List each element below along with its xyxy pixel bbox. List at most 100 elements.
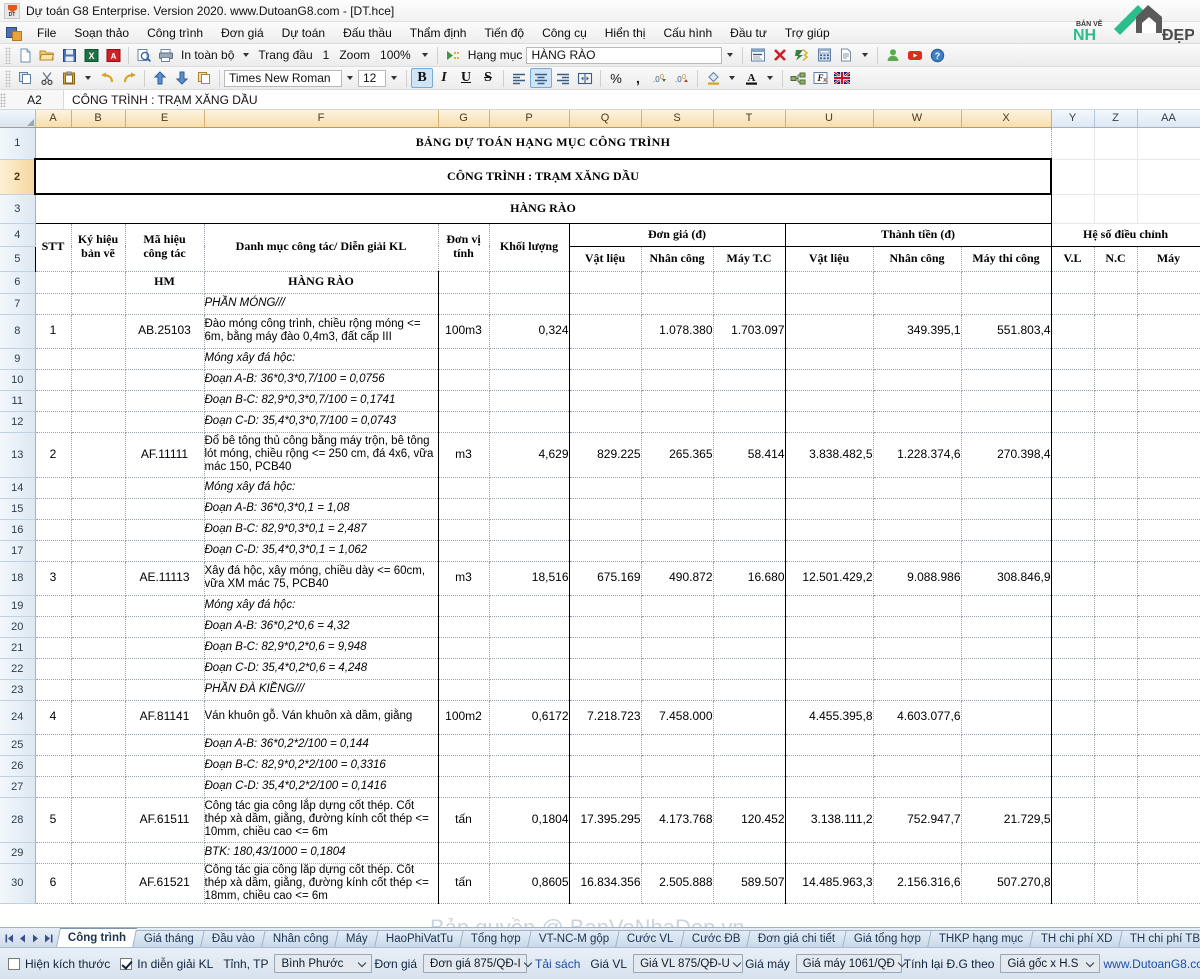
col-header-F[interactable]: F [204,110,439,128]
cell-danhmuc-18[interactable]: Xây đá hộc, xây móng, chiều dày <= 60cm,… [204,561,439,596]
cell-stt-17[interactable] [34,540,72,562]
cell-hs-may-30[interactable] [1137,863,1200,905]
cell-donvi-15[interactable] [438,498,490,520]
cell-khoiluong-13[interactable]: 4,629 [489,432,570,478]
calculator-icon[interactable] [813,45,835,65]
cell-danhmuc-23[interactable]: PHẦN ĐÀ KIỀNG/// [204,679,439,701]
cell-dg-vatlieu-29[interactable] [568,842,642,864]
cell-stt-9[interactable] [34,348,72,370]
merge-cells-icon[interactable] [574,68,596,88]
row-header-26[interactable]: 26 [0,755,36,777]
cell-dg-vatlieu-20[interactable] [568,616,642,638]
project-title-cell[interactable]: CÔNG TRÌNH : TRẠM XĂNG DẦU [34,158,1052,195]
cell-kyhieu-10[interactable] [71,369,126,391]
insert-row-icon[interactable] [747,45,769,65]
cell-Y1[interactable] [1051,127,1095,160]
cell-tt-vatlieu-25[interactable] [784,734,874,756]
cell-khoiluong-29[interactable] [489,842,570,864]
menu-tien-do[interactable]: Tiến độ [475,23,533,43]
zoom-chevron-down-icon[interactable] [421,53,428,57]
cell-stt-8[interactable]: 1 [34,314,72,349]
cell-hs-vl-25[interactable] [1050,734,1095,756]
cell-dg-vatlieu-14[interactable] [568,477,642,499]
cell-dg-nhancong-22[interactable] [641,658,714,680]
cell-stt-16[interactable] [34,519,72,541]
save-icon[interactable] [58,45,80,65]
checkbox-in-dien-giai[interactable]: In diễn giải KL [118,957,221,971]
cell-hs-nc-16[interactable] [1094,519,1138,541]
cell-dg-maytc-7[interactable] [713,293,786,315]
cell-kyhieu-28[interactable] [71,797,126,843]
cell-tt-nhancong-28[interactable]: 752.947,7 [873,797,962,843]
cell-stt-6[interactable] [34,271,72,294]
cell-danhmuc-28[interactable]: Công tác gia công lắp dựng cốt thép. Cốt… [204,797,439,843]
cell-tt-vatlieu-13[interactable]: 3.838.482,5 [784,432,874,478]
header-ky-hieu-ban-ve[interactable]: Ký hiệu bản vẽ [71,222,126,272]
cell-dg-nhancong-15[interactable] [641,498,714,520]
row-header-4[interactable]: 4 [0,223,36,247]
align-right-icon[interactable] [552,68,574,88]
cell-hs-may-17[interactable] [1137,540,1200,562]
cell-khoiluong-30[interactable]: 0,8605 [489,863,570,905]
undo-icon[interactable] [96,68,118,88]
cell-tt-vatlieu-15[interactable] [784,498,874,520]
cell-stt-10[interactable] [34,369,72,391]
select-tinh-lai[interactable]: Giá gốc x H.S [1000,954,1101,973]
header-dg-vat-lieu[interactable]: Vật liệu [568,246,642,272]
increase-decimal-icon[interactable]: .0 0 [649,68,671,88]
cell-khoiluong-22[interactable] [489,658,570,680]
cell-tt-maythicong-25[interactable] [961,734,1052,756]
row-header-2[interactable]: 2 [0,159,36,195]
cell-donvi-21[interactable] [438,637,490,659]
cell-hs-nc-10[interactable] [1094,369,1138,391]
cell-hs-vl-27[interactable] [1050,776,1095,798]
cell-tt-maythicong-27[interactable] [961,776,1052,798]
cell-stt-29[interactable] [34,842,72,864]
cell-khoiluong-19[interactable] [489,595,570,617]
cell-hs-nc-23[interactable] [1094,679,1138,701]
cell-danhmuc-21[interactable]: Đoạn B-C: 82,9*0,2*0,6 = 9,948 [204,637,439,659]
cell-hs-may-29[interactable] [1137,842,1200,864]
cell-hs-vl-26[interactable] [1050,755,1095,777]
cell-tt-nhancong-22[interactable] [873,658,962,680]
cell-hs-nc-9[interactable] [1094,348,1138,370]
cell-kyhieu-8[interactable] [71,314,126,349]
cell-donvi-30[interactable]: tấn [438,863,490,905]
font-color-chevron-down-icon[interactable] [767,76,773,80]
cell-tt-maythicong-17[interactable] [961,540,1052,562]
cell-tt-maythicong-19[interactable] [961,595,1052,617]
cell-hs-nc-15[interactable] [1094,498,1138,520]
cell-dg-vatlieu-15[interactable] [568,498,642,520]
cell-hs-nc-6[interactable] [1094,271,1138,294]
cell-tt-maythicong-12[interactable] [961,411,1052,433]
cell-tt-nhancong-25[interactable] [873,734,962,756]
cell-hs-may-10[interactable] [1137,369,1200,391]
row-header-20[interactable]: 20 [0,616,36,638]
cell-tt-maythicong-11[interactable] [961,390,1052,412]
cell-hs-nc-13[interactable] [1094,432,1138,478]
cell-hs-nc-20[interactable] [1094,616,1138,638]
cell-dg-vatlieu-13[interactable]: 829.225 [568,432,642,478]
cell-dg-maytc-21[interactable] [713,637,786,659]
cell-Y3[interactable] [1051,194,1095,224]
cell-dg-vatlieu-9[interactable] [568,348,642,370]
cell-dg-nhancong-25[interactable] [641,734,714,756]
cell-kyhieu-7[interactable] [71,293,126,315]
sheet-tab-9[interactable]: Cước ĐB [680,930,752,947]
cell-mahieu-20[interactable] [125,616,205,638]
last-sheet-icon[interactable] [42,932,54,945]
cell-mahieu-14[interactable] [125,477,205,499]
cell-mahieu-11[interactable] [125,390,205,412]
cell-tt-nhancong-18[interactable]: 9.088.986 [873,561,962,596]
sheet-tab-13[interactable]: TH chi phí XD [1029,930,1124,947]
cell-hs-vl-12[interactable] [1050,411,1095,433]
cell-hs-may-22[interactable] [1137,658,1200,680]
cell-dg-vatlieu-26[interactable] [568,755,642,777]
menu-du-toan[interactable]: Dự toán [273,23,334,43]
cell-dg-maytc-28[interactable]: 120.452 [713,797,786,843]
col-header-T[interactable]: T [713,110,786,128]
cell-dg-nhancong-9[interactable] [641,348,714,370]
cell-tt-nhancong-19[interactable] [873,595,962,617]
cell-tt-vatlieu-30[interactable]: 14.485.963,3 [784,863,874,905]
cell-tt-maythicong-10[interactable] [961,369,1052,391]
